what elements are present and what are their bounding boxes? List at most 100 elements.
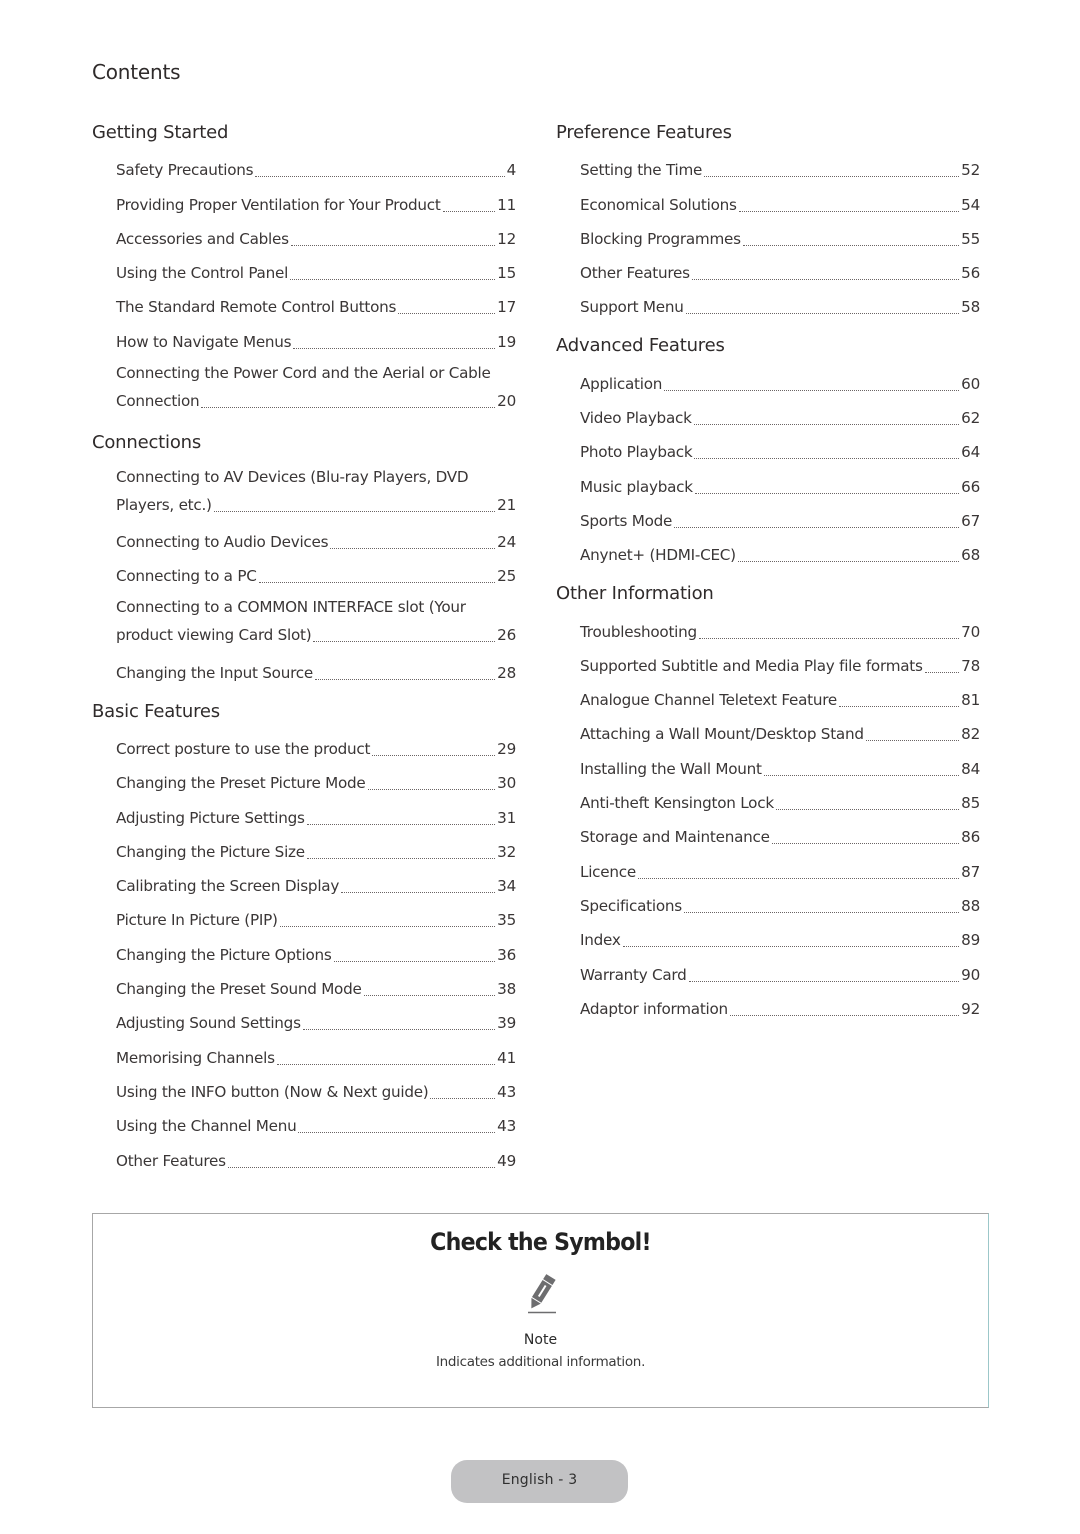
toc-entry-row: Adjusting Picture Settings 31 bbox=[116, 804, 516, 832]
toc-entry[interactable]: Sports Mode 67 bbox=[580, 501, 980, 535]
toc-entry[interactable]: Connecting to a PC 25 bbox=[116, 556, 516, 590]
toc-entry-title: Anynet+ (HDMI-CEC) bbox=[580, 546, 736, 565]
toc-entry-title: Troubleshooting bbox=[580, 622, 697, 641]
toc-entry-page-number: 32 bbox=[497, 842, 516, 861]
toc-entry[interactable]: Other Features 56 bbox=[580, 253, 980, 287]
toc-entry[interactable]: Adaptor information 92 bbox=[580, 989, 980, 1023]
section-title[interactable]: Advanced Features bbox=[556, 333, 980, 363]
section-title[interactable]: Basic Features bbox=[92, 699, 516, 729]
toc-entry[interactable]: Other Features 49 bbox=[116, 1140, 516, 1174]
page-number-badge: English - 3 bbox=[451, 1460, 628, 1503]
toc-entry-page-number: 88 bbox=[961, 896, 980, 915]
toc-entry[interactable]: How to Navigate Menus 19 bbox=[116, 321, 516, 355]
toc-entry-title: Using the INFO button (Now & Next guide) bbox=[116, 1082, 429, 1101]
toc-entry[interactable]: Attaching a Wall Mount/Desktop Stand 82 bbox=[580, 714, 980, 748]
toc-entry[interactable]: Calibrating the Screen Display 34 bbox=[116, 866, 516, 900]
toc-entry[interactable]: Blocking Programmes 55 bbox=[580, 219, 980, 253]
toc-section-getting-started: Getting Started Safety Precautions 4 Provid… bbox=[92, 120, 516, 418]
toc-entry[interactable]: Changing the Preset Picture Mode 30 bbox=[116, 763, 516, 797]
toc-entry[interactable]: Accessories and Cables 12 bbox=[116, 219, 516, 253]
toc-entry[interactable]: Adjusting Sound Settings 39 bbox=[116, 1003, 516, 1037]
toc-entry-row: Anti-theft Kensington Lock 85 bbox=[580, 789, 980, 817]
toc-entry[interactable]: Using the Channel Menu 43 bbox=[116, 1106, 516, 1140]
dot-leader bbox=[694, 492, 960, 494]
toc-entry-title: Photo Playback bbox=[580, 443, 693, 462]
toc-entry-page-number: 43 bbox=[497, 1082, 516, 1101]
toc-entry-title: Players, etc.) bbox=[116, 495, 212, 514]
check-symbol-box: Check the Symbol! Note Indicates additio… bbox=[92, 1213, 989, 1408]
toc-entry[interactable]: Licence 87 bbox=[580, 851, 980, 885]
toc-entry[interactable]: Providing Proper Ventilation for Your Pr… bbox=[116, 184, 516, 218]
toc-entry[interactable]: Connecting to a COMMON INTERFACE slot (Y… bbox=[116, 590, 516, 652]
toc-entry-row: Installing the Wall Mount 84 bbox=[580, 755, 980, 783]
toc-entry[interactable]: Connecting to Audio Devices 24 bbox=[116, 522, 516, 556]
toc-entry[interactable]: Warranty Card 90 bbox=[580, 954, 980, 988]
toc-entry-page-number: 92 bbox=[961, 999, 980, 1018]
toc-entry[interactable]: The Standard Remote Control Buttons 17 bbox=[116, 287, 516, 321]
toc-entry[interactable]: Using the Control Panel 15 bbox=[116, 253, 516, 287]
toc-entry[interactable]: Memorising Channels 41 bbox=[116, 1037, 516, 1071]
toc-section-preference-features: Preference Features Setting the Time 52 Eco… bbox=[556, 120, 980, 321]
toc-entry[interactable]: Using the INFO button (Now & Next guide)… bbox=[116, 1072, 516, 1106]
dot-leader bbox=[313, 641, 496, 643]
toc-entry-row: Players, etc.) 21 bbox=[116, 491, 516, 519]
toc-entry[interactable]: Support Menu 58 bbox=[580, 287, 980, 321]
dot-leader bbox=[367, 789, 496, 791]
toc-entry-row: product viewing Card Slot) 26 bbox=[116, 621, 516, 649]
toc-entry[interactable]: Music playback 66 bbox=[580, 466, 980, 500]
toc-entry[interactable]: Setting the Time 52 bbox=[580, 150, 980, 184]
toc-entry-page-number: 86 bbox=[961, 828, 980, 847]
toc-entry-row: Application 60 bbox=[580, 370, 980, 398]
section-title[interactable]: Preference Features bbox=[556, 120, 980, 150]
toc-entry-page-number: 56 bbox=[961, 264, 980, 283]
toc-entry[interactable]: Correct posture to use the product 29 bbox=[116, 729, 516, 763]
toc-entry[interactable]: Adjusting Picture Settings 31 bbox=[116, 797, 516, 831]
toc-entry-title: Changing the Preset Sound Mode bbox=[116, 980, 362, 999]
dot-leader bbox=[298, 1132, 496, 1134]
toc-entry-page-number: 66 bbox=[961, 477, 980, 496]
toc-entry-row: Video Playback 62 bbox=[580, 404, 980, 432]
toc-entry[interactable]: Picture In Picture (PIP) 35 bbox=[116, 900, 516, 934]
toc-entry[interactable]: Specifications 88 bbox=[580, 886, 980, 920]
section-title[interactable]: Getting Started bbox=[92, 120, 516, 150]
toc-entry[interactable]: Analogue Channel Teletext Feature 81 bbox=[580, 680, 980, 714]
toc-entry[interactable]: Changing the Input Source 28 bbox=[116, 652, 516, 686]
toc-entry[interactable]: Index 89 bbox=[580, 920, 980, 954]
toc-entry[interactable]: Troubleshooting 70 bbox=[580, 611, 980, 645]
toc-entry-row: The Standard Remote Control Buttons 17 bbox=[116, 293, 516, 321]
dot-leader bbox=[213, 510, 496, 512]
section-title[interactable]: Connections bbox=[92, 430, 516, 460]
toc-entry[interactable]: Anti-theft Kensington Lock 85 bbox=[580, 783, 980, 817]
toc-entry-page-number: 12 bbox=[497, 229, 516, 248]
toc-entry-title: How to Navigate Menus bbox=[116, 332, 292, 351]
toc-entry[interactable]: Video Playback 62 bbox=[580, 398, 980, 432]
toc-entry[interactable]: Storage and Maintenance 86 bbox=[580, 817, 980, 851]
toc-entry-title-line1: Connecting to a COMMON INTERFACE slot (Y… bbox=[116, 598, 466, 617]
toc-entry[interactable]: Anynet+ (HDMI-CEC) 68 bbox=[580, 535, 980, 569]
toc-entry[interactable]: Changing the Picture Size 32 bbox=[116, 832, 516, 866]
dot-leader bbox=[771, 843, 960, 845]
toc-entry-row: Blocking Programmes 55 bbox=[580, 225, 980, 253]
toc-entry-row: Adaptor information 92 bbox=[580, 995, 980, 1023]
toc-entry-row: Sports Mode 67 bbox=[580, 507, 980, 535]
toc-entry[interactable]: Connecting the Power Cord and the Aerial… bbox=[116, 356, 516, 418]
section-title[interactable]: Other Information bbox=[556, 581, 980, 611]
toc-entry[interactable]: Installing the Wall Mount 84 bbox=[580, 748, 980, 782]
toc-entry[interactable]: Changing the Preset Sound Mode 38 bbox=[116, 969, 516, 1003]
toc-entry[interactable]: Economical Solutions 54 bbox=[580, 184, 980, 218]
toc-entry-row: Other Features 56 bbox=[580, 259, 980, 287]
toc-entry[interactable]: Changing the Picture Options 36 bbox=[116, 934, 516, 968]
toc-entry-row: Adjusting Sound Settings 39 bbox=[116, 1009, 516, 1037]
toc-entry-page-number: 68 bbox=[961, 546, 980, 565]
toc-entry[interactable]: Safety Precautions 4 bbox=[116, 150, 516, 184]
toc-entry-page-number: 55 bbox=[961, 229, 980, 248]
toc-entry[interactable]: Photo Playback 64 bbox=[580, 432, 980, 466]
toc-entry[interactable]: Connecting to AV Devices (Blu-ray Player… bbox=[116, 460, 516, 522]
toc-entry[interactable]: Supported Subtitle and Media Play file f… bbox=[580, 646, 980, 680]
toc-entry-title: Accessories and Cables bbox=[116, 229, 289, 248]
toc-entry-page-number: 87 bbox=[961, 862, 980, 881]
toc-entry-title-line1: Connecting the Power Cord and the Aerial… bbox=[116, 363, 491, 382]
dot-leader bbox=[738, 210, 960, 212]
toc-entry[interactable]: Application 60 bbox=[580, 363, 980, 397]
dot-leader bbox=[704, 176, 960, 178]
